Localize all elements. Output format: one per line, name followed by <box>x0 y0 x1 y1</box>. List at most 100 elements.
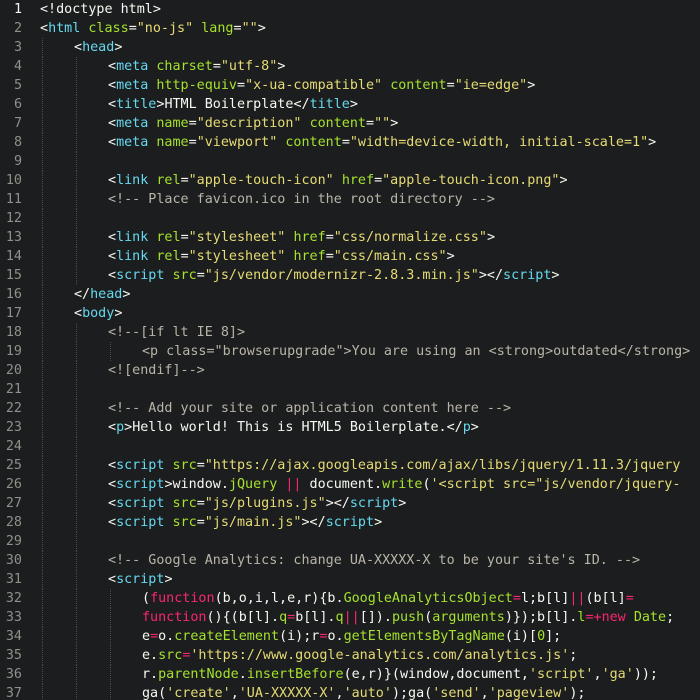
code-line[interactable]: <meta name="description" content=""> <box>40 114 700 133</box>
code-token: lang <box>201 21 234 36</box>
code-line[interactable]: <!--[if lt IE 8]> <box>40 323 700 342</box>
line-number: 12 <box>5 211 22 226</box>
code-line[interactable]: e=o.createElement(i);r=o.getElementsByTa… <box>40 627 700 646</box>
code-token: > <box>349 97 358 112</box>
code-token: push <box>391 610 425 625</box>
code-line[interactable]: </head> <box>40 285 700 304</box>
code-line[interactable]: <link rel="apple-touch-icon" href="apple… <box>40 171 700 190</box>
indent-guide <box>42 95 43 114</box>
indent-guide <box>76 380 77 399</box>
code-token: <! <box>40 2 57 17</box>
code-line[interactable]: <p class="browserupgrade">You are using … <box>40 342 700 361</box>
code-token: = <box>188 116 197 131</box>
line-number: 31 <box>5 572 22 587</box>
line-number: 2 <box>13 21 22 36</box>
code-line[interactable]: r.parentNode.insertBefore(e,r)}(window,d… <box>40 665 700 684</box>
code-token: ]; <box>545 629 562 644</box>
code-line[interactable]: <!-- Place favicon.ico in the root direc… <box>40 190 700 209</box>
code-token: </ <box>293 97 310 112</box>
indent-guide <box>76 475 77 494</box>
code-line[interactable] <box>40 380 700 399</box>
line-number: 24 <box>5 439 22 454</box>
indent-guide <box>42 57 43 76</box>
code-token: src <box>172 458 197 473</box>
indent-guide <box>76 95 77 114</box>
line-number: 26 <box>5 477 22 492</box>
code-line[interactable] <box>40 532 700 551</box>
code-line[interactable]: <meta http-equiv="x-ua-compatible" conte… <box>40 76 700 95</box>
code-line[interactable] <box>40 209 700 228</box>
code-token: title <box>116 97 157 112</box>
code-line[interactable] <box>40 437 700 456</box>
code-token: > <box>114 306 123 321</box>
code-line[interactable]: <script src="js/vendor/modernizr-2.8.3.m… <box>40 266 700 285</box>
indent-guide <box>42 589 43 608</box>
code-line[interactable]: <script>window.jQuery || document.write(… <box>40 475 700 494</box>
code-token: <!-- Google Analytics: change UA-XXXXX-X… <box>108 553 641 568</box>
code-line[interactable]: function(){(b[l].q=b[l].q||[]).push(argu… <box>40 608 700 627</box>
code-token: < <box>108 477 117 492</box>
indent-guide <box>42 608 43 627</box>
code-line[interactable]: <link rel="stylesheet" href="css/normali… <box>40 228 700 247</box>
indent-guide <box>42 494 43 513</box>
code-line[interactable]: (function(b,o,i,l,e,r){b.GoogleAnalytics… <box>40 589 700 608</box>
code-token: <p class="browserupgrade">You are using … <box>142 344 691 359</box>
code-line[interactable]: <script> <box>40 570 700 589</box>
code-line[interactable] <box>40 152 700 171</box>
code-token: ; <box>569 648 578 663</box>
code-token: e <box>142 629 151 644</box>
code-line[interactable]: e.src='https://www.google-analytics.com/… <box>40 646 700 665</box>
code-line[interactable]: <![endif]--> <box>40 361 700 380</box>
line-number: 3 <box>13 40 22 55</box>
code-token: write <box>382 477 423 492</box>
code-token: ></ <box>301 515 326 530</box>
code-token: </ <box>74 287 91 302</box>
indent-guide <box>76 361 77 380</box>
indent-guide <box>76 494 77 513</box>
indent-guide <box>76 418 77 437</box>
line-number: 36 <box>5 667 22 682</box>
code-token: , <box>230 686 239 700</box>
code-line[interactable]: <!-- Google Analytics: change UA-XXXXX-X… <box>40 551 700 570</box>
code-token: > <box>527 78 536 93</box>
code-line[interactable]: <head> <box>40 38 700 57</box>
code-token: "description" <box>196 116 302 131</box>
code-line[interactable]: <script src="js/plugins.js"></script> <box>40 494 700 513</box>
line-number: 13 <box>5 230 22 245</box>
code-line[interactable]: <meta charset="utf-8"> <box>40 57 700 76</box>
code-token: e. <box>142 648 159 663</box>
code-line[interactable]: ga('create','UA-XXXXX-X','auto');ga('sen… <box>40 684 700 700</box>
indent-guide <box>76 209 77 228</box>
code-token: "" <box>241 21 258 36</box>
code-token: src <box>172 515 197 530</box>
indent-guide <box>42 76 43 95</box>
code-line[interactable]: <body> <box>40 304 700 323</box>
code-token: )});b[l]. <box>504 610 578 625</box>
indent-guide <box>42 437 43 456</box>
code-line[interactable]: <link rel="stylesheet" href="css/main.cs… <box>40 247 700 266</box>
code-token: < <box>40 21 49 36</box>
code-token: > <box>390 116 399 131</box>
code-token: src <box>172 496 197 511</box>
code-token: = <box>196 458 205 473</box>
code-token: || <box>285 477 302 492</box>
code-token: = <box>180 230 189 245</box>
indent-guide <box>42 665 43 684</box>
indent-guide <box>42 361 43 380</box>
code-line[interactable]: <!doctype html> <box>40 0 700 19</box>
code-line[interactable]: <!-- Add your site or application conten… <box>40 399 700 418</box>
code-token: insertBefore <box>246 667 344 682</box>
code-line[interactable]: <title>HTML Boilerplate</title> <box>40 95 700 114</box>
code-editor[interactable]: 1 2 3 4 5 6 7 8 9 10 11 12 13 14 15 16 17 18 19 20 21 22 23 24 2… <box>0 0 700 700</box>
code-line[interactable]: <meta name="viewport" content="width=dev… <box>40 133 700 152</box>
code-token: "js/plugins.js" <box>204 496 326 511</box>
code-line[interactable]: <p>Hello world! This is HTML5 Boilerplat… <box>40 418 700 437</box>
code-line[interactable]: <html class="no-js" lang=""> <box>40 19 700 38</box>
code-token: r. <box>142 667 159 682</box>
code-token: href <box>293 230 326 245</box>
code-line[interactable]: <script src="https://ajax.googleapis.com… <box>40 456 700 475</box>
code-line[interactable]: <script src="js/main.js"></script> <box>40 513 700 532</box>
code-token: (i);r <box>279 629 320 644</box>
